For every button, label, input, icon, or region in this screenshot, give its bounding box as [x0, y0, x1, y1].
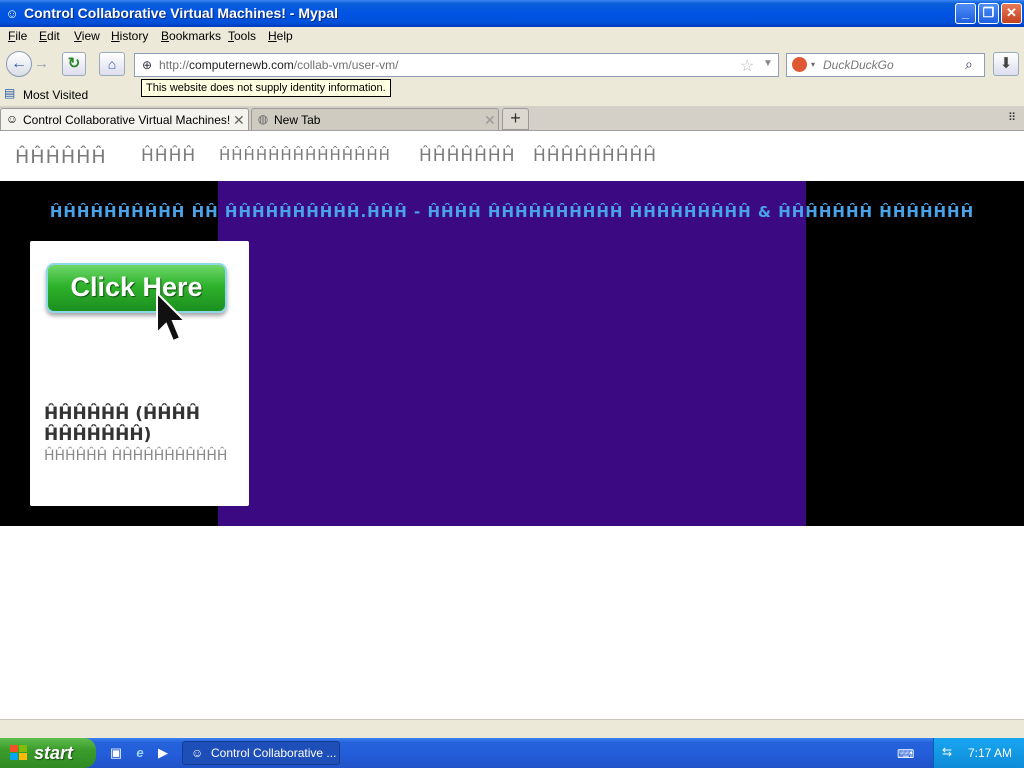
- plus-icon: +: [510, 108, 521, 128]
- back-arrow-icon: ←: [11, 55, 27, 72]
- network-icon[interactable]: ⇆: [942, 745, 958, 761]
- home-icon: ⌂: [107, 56, 117, 72]
- forward-button[interactable]: →: [34, 55, 49, 72]
- search-bar[interactable]: ▾ DuckDuckGo ⌕: [786, 53, 985, 77]
- search-magnifier-icon[interactable]: ⌕: [965, 56, 973, 73]
- menu-bar: File Edit View History Bookmarks Tools H…: [0, 27, 1024, 46]
- hero-banner: ĤĤĤĤĤĤĤĤĤĤ ĤĤ ĤĤĤĤĤĤĤĤĤĤ.ĤĤĤ - ĤĤĤĤ ĤĤĤĤ…: [0, 181, 1024, 526]
- hero-center-panel: [218, 181, 806, 526]
- menu-view[interactable]: View: [74, 29, 100, 43]
- site-nav-link-4[interactable]: ĤĤĤĤĤĤĤ: [419, 146, 515, 166]
- menu-help[interactable]: Help: [268, 29, 293, 43]
- search-input[interactable]: DuckDuckGo: [823, 58, 894, 72]
- back-button[interactable]: ←: [6, 51, 32, 77]
- site-nav-link-2[interactable]: ĤĤĤĤ: [141, 146, 196, 166]
- hero-heading: ĤĤĤĤĤĤĤĤĤĤ ĤĤ ĤĤĤĤĤĤĤĤĤĤ.ĤĤĤ - ĤĤĤĤ ĤĤĤĤ…: [49, 203, 975, 221]
- show-desktop-icon[interactable]: ▣: [108, 745, 124, 761]
- media-player-icon[interactable]: ▶: [155, 745, 171, 761]
- browser-app-icon: ☺: [5, 6, 19, 21]
- downloads-button[interactable]: ⬇: [993, 52, 1019, 76]
- clock[interactable]: 7:17 AM: [968, 746, 1012, 760]
- windows-flag-icon: [10, 745, 27, 760]
- browser-app-icon: ☺: [191, 746, 204, 760]
- reload-icon: ↻: [67, 55, 81, 72]
- tab-strip: ☺ Control Collaborative Virtual Machines…: [0, 106, 1024, 131]
- site-favicon-icon: ☺: [5, 112, 19, 126]
- tab-control-collaborative[interactable]: ☺ Control Collaborative Virtual Machines…: [0, 108, 249, 130]
- menu-tools[interactable]: Tools: [228, 29, 256, 43]
- menu-file[interactable]: File: [8, 29, 27, 43]
- menu-history[interactable]: History: [111, 29, 148, 43]
- menu-edit[interactable]: Edit: [39, 29, 60, 43]
- tab-new-tab[interactable]: ◍ New Tab ✕: [251, 108, 499, 130]
- title-bar: ☺ Control Collaborative Virtual Machines…: [0, 0, 1024, 27]
- forward-arrow-icon: →: [34, 55, 49, 72]
- taskbar: start ▣ e ▶ ☺ Control Collaborative ... …: [0, 738, 1024, 768]
- url-dropdown-icon[interactable]: ▼: [763, 58, 773, 69]
- mouse-pointer-icon: [156, 291, 188, 343]
- site-nav-link-5[interactable]: ĤĤĤĤĤĤĤĤĤ: [533, 146, 657, 166]
- site-nav-link-1[interactable]: ĤĤĤĤĤĤ: [15, 146, 107, 168]
- vm-card[interactable]: Click Here ĤĤĤĤĤĤ (ĤĤĤĤ ĤĤĤĤĤĤĤ) ĤĤĤĤĤĤ …: [30, 241, 249, 506]
- most-visited-bookmark[interactable]: Most Visited: [23, 88, 88, 102]
- window-title: Control Collaborative Virtual Machines! …: [24, 5, 339, 21]
- keyboard-icon[interactable]: ⌨: [897, 747, 915, 761]
- menu-bookmarks[interactable]: Bookmarks: [161, 29, 221, 43]
- start-label: start: [34, 743, 74, 763]
- tab-label: New Tab: [274, 113, 321, 127]
- globe-icon: ◍: [257, 112, 269, 126]
- taskbar-item-label: Control Collaborative ...: [211, 746, 337, 760]
- status-bar: [0, 719, 1024, 739]
- minimize-button[interactable]: _: [955, 3, 976, 24]
- identity-tooltip: This website does not supply identity in…: [141, 79, 391, 97]
- card-title: ĤĤĤĤĤĤ (ĤĤĤĤ ĤĤĤĤĤĤĤ): [44, 404, 200, 445]
- site-nav-link-3[interactable]: ĤĤĤĤĤĤĤĤĤĤĤĤĤĤ: [219, 146, 391, 164]
- site-identity-icon[interactable]: ⊕: [139, 57, 155, 73]
- engine-dropdown-icon[interactable]: ▾: [811, 60, 815, 69]
- close-button[interactable]: ✕: [1001, 3, 1022, 24]
- most-visited-icon: ▤: [4, 86, 16, 100]
- site-navigation: ĤĤĤĤĤĤ ĤĤĤĤ ĤĤĤĤĤĤĤĤĤĤĤĤĤĤ ĤĤĤĤĤĤĤ ĤĤĤĤĤ…: [0, 131, 1024, 182]
- page-content: ĤĤĤĤĤĤ ĤĤĤĤ ĤĤĤĤĤĤĤĤĤĤĤĤĤĤ ĤĤĤĤĤĤĤ ĤĤĤĤĤ…: [0, 131, 1024, 719]
- tab-list-icon[interactable]: ⠿: [1008, 111, 1016, 124]
- bookmark-star-icon[interactable]: ☆: [740, 56, 754, 76]
- click-here-button[interactable]: Click Here: [46, 263, 227, 313]
- taskbar-item-browser[interactable]: ☺ Control Collaborative ...: [182, 741, 340, 765]
- internet-explorer-icon[interactable]: e: [132, 745, 148, 761]
- start-button[interactable]: start: [0, 738, 96, 768]
- duckduckgo-engine-icon[interactable]: [792, 57, 807, 72]
- url-text[interactable]: http://computernewb.com/collab-vm/user-v…: [159, 58, 398, 72]
- download-arrow-icon: ⬇: [999, 55, 1013, 72]
- tab-close-icon[interactable]: ✕: [233, 112, 245, 129]
- tab-close-icon[interactable]: ✕: [484, 112, 496, 129]
- tab-label: Control Collaborative Virtual Machines!: [23, 113, 231, 127]
- card-subtitle: ĤĤĤĤĤĤ ĤĤĤĤĤĤĤĤĤĤĤ: [44, 448, 228, 464]
- restore-button[interactable]: ❐: [978, 3, 999, 24]
- system-tray: ⇆ 7:17 AM: [933, 738, 1024, 768]
- home-button[interactable]: ⌂: [99, 52, 125, 76]
- new-tab-button[interactable]: +: [502, 108, 529, 130]
- reload-button[interactable]: ↻: [62, 52, 86, 76]
- address-bar[interactable]: ⊕ http://computernewb.com/collab-vm/user…: [134, 53, 779, 77]
